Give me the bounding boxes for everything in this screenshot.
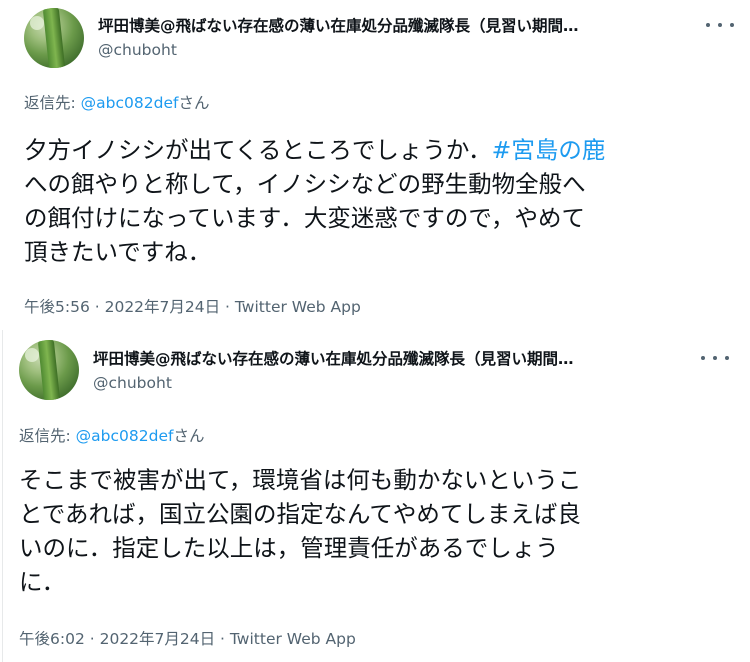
tweet-time[interactable]: 午後6:02 [19, 630, 85, 648]
tweet-text: そこまで被害が出て，環境省は何も動かないというこ とであれば，国立公園の指定なん… [19, 463, 581, 599]
reply-suffix: さん [173, 427, 205, 445]
meta-separator: · [220, 298, 235, 316]
reply-to: 返信先: @abc082defさん [19, 424, 204, 446]
tweet-text-line: とであれば，国立公園の指定なんてやめてしまえば良 [19, 500, 581, 528]
reply-mention-link[interactable]: @abc082def [76, 427, 174, 445]
reply-prefix: 返信先: [19, 427, 76, 445]
source-link[interactable]: Twitter Web App [235, 298, 361, 316]
tweet-text-segment: 夕方イノシシが出てくるところでしょうか． [24, 136, 492, 164]
author-handle[interactable]: @chuboht [98, 41, 177, 59]
tweet-text-line: そこまで被害が出て，環境省は何も動かないというこ [19, 466, 582, 494]
author-handle[interactable]: @chuboht [93, 374, 172, 392]
tweet[interactable]: 坪田博美@飛ばない存在感の薄い在庫処分品殲滅隊長（見習い期間… @chuboht… [0, 0, 750, 330]
reply-to: 返信先: @abc082defさん [24, 91, 209, 113]
tweet-date[interactable]: 2022年7月24日 [105, 298, 221, 316]
avatar[interactable] [19, 340, 79, 400]
reply-mention-link[interactable]: @abc082def [81, 94, 179, 112]
source-link[interactable]: Twitter Web App [230, 630, 356, 648]
reply-suffix: さん [178, 94, 210, 112]
avatar[interactable] [24, 8, 84, 68]
meta-separator: · [84, 630, 100, 648]
tweet-meta: 午後6:02 · 2022年7月24日 · Twitter Web App [19, 627, 356, 649]
tweet-text: 夕方イノシシが出てくるところでしょうか．#宮島の鹿 への餌やりと称して，イノシシ… [24, 133, 605, 269]
tweet-text-line: いのに．指定した以上は，管理責任があるでしょう [19, 534, 559, 562]
tweet-date[interactable]: 2022年7月24日 [100, 630, 216, 648]
tweet-text-line: に． [19, 568, 66, 596]
hashtag-link[interactable]: #宮島の鹿 [492, 136, 606, 164]
timestamp-link[interactable]: 午後5:56 · 2022年7月24日 [24, 298, 220, 316]
timestamp-link[interactable]: 午後6:02 · 2022年7月24日 [19, 630, 215, 648]
meta-separator: · [215, 630, 230, 648]
tweet-time[interactable]: 午後5:56 [24, 298, 90, 316]
meta-separator: · [89, 298, 105, 316]
more-horizontal-icon[interactable] [701, 348, 729, 368]
tweet-text-line: 頂きたいですね． [24, 238, 212, 266]
more-horizontal-icon[interactable] [706, 15, 734, 35]
reply-prefix: 返信先: [24, 94, 81, 112]
tweet-text-line: への餌やりと称して，イノシシなどの野生動物全般へ [24, 170, 586, 198]
author-name[interactable]: 坪田博美@飛ばない存在感の薄い在庫処分品殲滅隊長（見習い期間… [98, 14, 683, 36]
author-name[interactable]: 坪田博美@飛ばない存在感の薄い在庫処分品殲滅隊長（見習い期間… [93, 347, 678, 369]
tweet-text-line: 夕方イノシシが出てくるところでしょうか．#宮島の鹿 [24, 133, 605, 167]
tweet-text-line: の餌付けになっています．大変迷惑ですので，やめて [24, 204, 585, 232]
tweet-meta: 午後5:56 · 2022年7月24日 · Twitter Web App [24, 295, 361, 317]
tweet[interactable]: 坪田博美@飛ばない存在感の薄い在庫処分品殲滅隊長（見習い期間… @chuboht… [2, 330, 750, 662]
